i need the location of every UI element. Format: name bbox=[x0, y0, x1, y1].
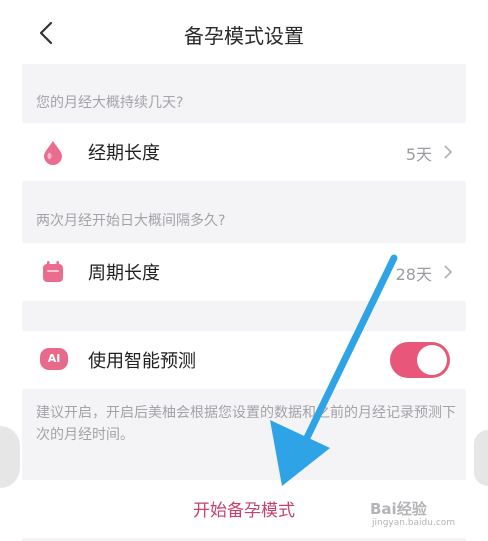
droplet-icon bbox=[44, 141, 62, 165]
ai-badge-icon: AI bbox=[40, 348, 68, 370]
smart-prediction-toggle[interactable] bbox=[390, 342, 450, 378]
prediction-hint-text: 建议开启，开启后美柚会根据您设置的数据和之前的月经记录预测下次的月经时间。 bbox=[36, 405, 456, 443]
settings-content: 您的月经大概持续几天? 经期长度 5天 两次月经开始日大概间隔多久? 周期长度 … bbox=[22, 64, 466, 541]
chevron-right-icon bbox=[444, 145, 453, 159]
smart-prediction-row: AI 使用智能预测 bbox=[22, 331, 466, 389]
top-nav-bar: 备孕模式设置 bbox=[0, 0, 488, 64]
period-question-label: 您的月经大概持续几天? bbox=[36, 95, 184, 111]
cycle-question-label: 两次月经开始日大概间隔多久? bbox=[36, 213, 226, 229]
period-length-label: 经期长度 bbox=[88, 143, 160, 164]
toggle-knob bbox=[417, 345, 447, 375]
baidu-watermark: Bai经验 jingyan.baidu.com bbox=[370, 498, 466, 532]
smart-prediction-label: 使用智能预测 bbox=[88, 351, 196, 372]
chevron-right-icon bbox=[444, 265, 453, 279]
watermark-brand: Bai经验 bbox=[370, 500, 427, 518]
watermark-url: jingyan.baidu.com bbox=[372, 518, 456, 528]
cycle-length-row[interactable]: 周期长度 28天 bbox=[22, 243, 466, 301]
cycle-length-value: 28天 bbox=[395, 265, 432, 284]
period-length-row[interactable]: 经期长度 5天 bbox=[22, 123, 466, 181]
period-length-value: 5天 bbox=[405, 145, 432, 164]
right-edge-handle bbox=[474, 430, 488, 486]
calendar-icon bbox=[43, 261, 63, 282]
left-edge-handle bbox=[0, 426, 20, 488]
cycle-length-label: 周期长度 bbox=[88, 263, 160, 284]
page-title: 备孕模式设置 bbox=[184, 24, 304, 48]
